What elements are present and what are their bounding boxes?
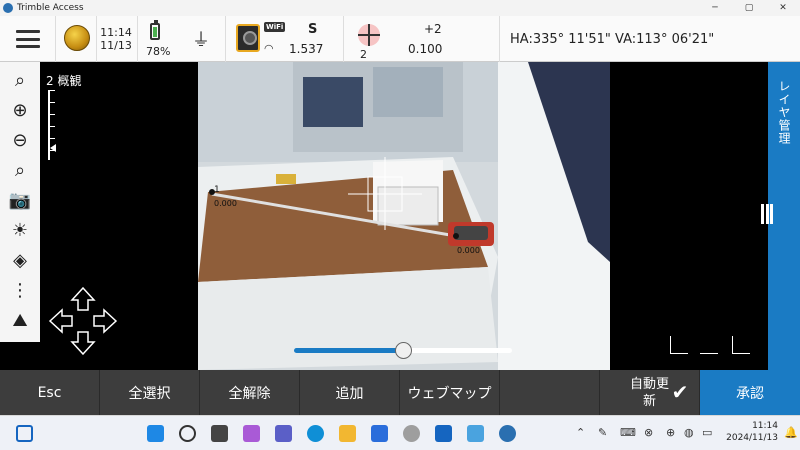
select-all-button[interactable]: 全選択 (100, 370, 200, 415)
keyboard-icon[interactable]: ⌨ (620, 426, 636, 439)
network-icon[interactable]: ◍ (684, 426, 694, 439)
settings-icon[interactable] (403, 425, 420, 442)
view-toolbar: ⌕ ⊕ ⊖ ⌕ 📷 ☀ ◈ ⋮ ⛰ (0, 62, 40, 342)
align-center-icon[interactable] (700, 336, 718, 354)
window-title: Trimble Access (17, 3, 84, 13)
widgets-icon[interactable] (16, 425, 33, 442)
direction-pad[interactable] (48, 286, 118, 356)
point1-label: 1 (214, 185, 220, 195)
esc-button[interactable]: Esc (0, 370, 100, 415)
zoom-slider-fill (294, 348, 403, 353)
title-bar: Trimble Access ─ ▢ ✕ (0, 0, 800, 16)
store-icon[interactable] (371, 425, 388, 442)
scale-pointer-icon (50, 144, 56, 152)
camera-image[interactable] (198, 62, 610, 370)
pan-up-icon[interactable] (70, 286, 96, 311)
checkmark-icon[interactable]: ✔ (668, 380, 692, 404)
camera-scene (198, 62, 610, 370)
trimble-app-icon (3, 3, 13, 13)
copilot-icon[interactable] (243, 425, 260, 442)
task-view-icon[interactable] (211, 425, 228, 442)
alignment-tools (668, 336, 758, 356)
tray-chevron-icon[interactable]: ⌃ (576, 426, 585, 439)
search-icon[interactable] (179, 425, 196, 442)
outlook-icon[interactable] (435, 425, 452, 442)
pan-right-icon[interactable] (93, 308, 118, 334)
zoom-extents-icon[interactable]: ⌕ (6, 68, 34, 92)
photos-icon[interactable] (467, 425, 484, 442)
hamburger-icon (15, 30, 40, 48)
language-icon[interactable]: ⊕ (666, 426, 675, 439)
trimble-taskbar-icon[interactable] (499, 425, 516, 442)
ha-va-readout: HA:335° 11'51" VA:113° 06'21" (510, 32, 715, 47)
zoom-in-icon[interactable]: ⊕ (6, 98, 34, 122)
layers-icon[interactable]: ◈ (6, 248, 34, 272)
align-left-icon[interactable] (670, 336, 688, 354)
zoom-out-icon[interactable]: ⊖ (6, 128, 34, 152)
add-button[interactable]: 追加 (300, 370, 400, 415)
empty-softkey (500, 370, 600, 415)
point1-value: 0.000 (214, 199, 237, 208)
point2-value: 0.000 (457, 246, 480, 255)
camera-icon[interactable]: 📷 (6, 188, 34, 212)
app-window: Trimble Access ─ ▢ ✕ 11:14 11/13 78% ⏚ W… (0, 0, 800, 450)
zoom-window-icon[interactable]: ⌕ (6, 158, 34, 182)
taskbar-date: 2024/11/13 (726, 433, 778, 443)
brightness-icon[interactable]: ☀ (6, 218, 34, 242)
file-explorer-icon[interactable] (339, 425, 356, 442)
windows-taskbar: ⌃ ✎ ⌨ ⊗ ⊕ ◍ ▭ 11:14 2024/11/13 🔔 (0, 415, 800, 450)
status-bar: 11:14 11/13 78% ⏚ WiFi ◠ S 1.537 2 +2 0.… (0, 16, 800, 62)
maximize-button[interactable]: ▢ (732, 3, 766, 13)
target-cell (344, 16, 500, 62)
taskbar-clock[interactable]: 11:14 2024/11/13 (722, 420, 778, 444)
scale-label: 2 概観 (46, 74, 82, 88)
blocked-icon[interactable]: ⊗ (644, 426, 653, 439)
panel-drag-handle[interactable] (761, 204, 773, 224)
pen-icon[interactable]: ✎ (598, 426, 607, 439)
instrument-cell (226, 16, 344, 62)
time-divider (96, 16, 138, 62)
accept-button[interactable]: 承認 (700, 370, 800, 415)
pan-left-icon[interactable] (48, 308, 73, 334)
menu-button[interactable] (0, 16, 56, 62)
more-icon[interactable]: ⋮ (6, 278, 34, 302)
deselect-all-button[interactable]: 全解除 (200, 370, 300, 415)
edge-icon[interactable] (307, 425, 324, 442)
pan-down-icon[interactable] (70, 331, 96, 356)
notification-icon[interactable]: 🔔 (784, 426, 798, 439)
teams-icon[interactable] (275, 425, 292, 442)
battery-tray-icon[interactable]: ▭ (702, 426, 712, 439)
close-button[interactable]: ✕ (766, 3, 800, 13)
map-icon[interactable]: ⛰ (6, 308, 34, 332)
align-add-icon[interactable] (732, 336, 750, 354)
power-cell (138, 16, 226, 62)
layer-manager-label[interactable]: レイヤ管理 (775, 80, 793, 145)
start-icon[interactable] (147, 425, 164, 442)
zoom-slider-knob[interactable] (395, 342, 412, 359)
minimize-button[interactable]: ─ (698, 3, 732, 13)
taskbar-time: 11:14 (752, 421, 778, 431)
window-controls: ─ ▢ ✕ (698, 3, 800, 13)
web-map-button[interactable]: ウェブマップ (400, 370, 500, 415)
gnss-globe-icon[interactable] (64, 25, 90, 51)
